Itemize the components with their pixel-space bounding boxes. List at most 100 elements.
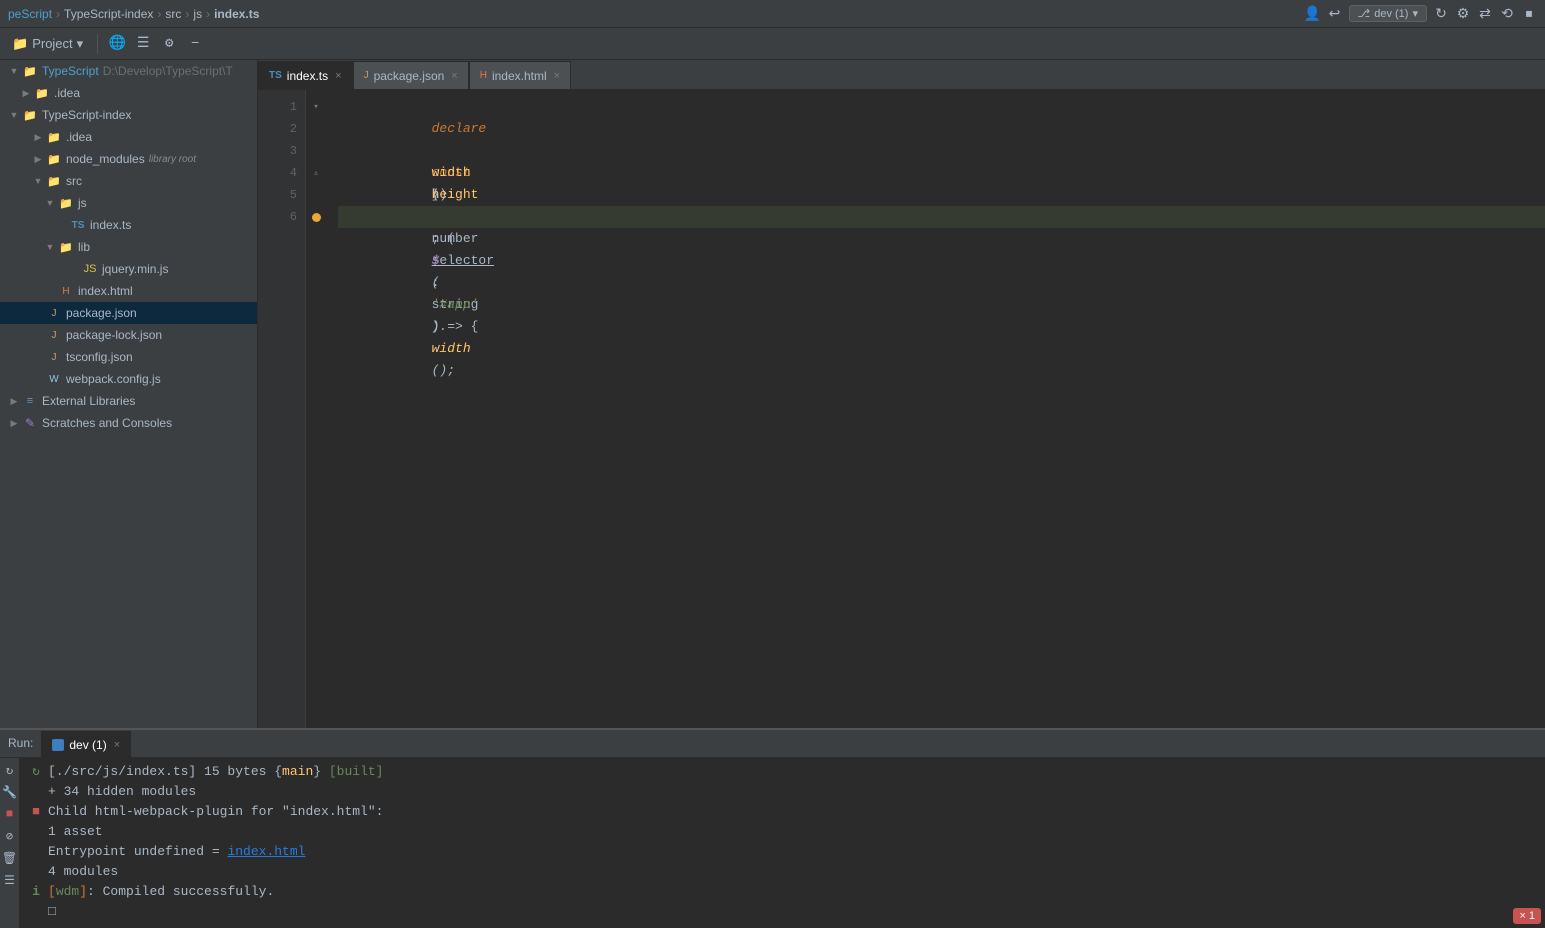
settings-icon[interactable]: ⚙ xyxy=(158,33,180,55)
output-line-2: + 34 hidden modules xyxy=(20,782,1545,802)
arrow-icon xyxy=(44,197,56,209)
chevron-down-icon: ▾ xyxy=(1412,7,1418,20)
sidebar-item-src[interactable]: 📁 src xyxy=(0,170,257,192)
sidebar-item-idea[interactable]: 📁 .idea xyxy=(0,82,257,104)
sidebar-item-index-ts[interactable]: TS index.ts xyxy=(0,214,257,236)
line-number-1: 1 xyxy=(258,96,305,118)
sidebar-item-node-modules[interactable]: 📁 node_modules library root xyxy=(0,148,257,170)
bookmark-icon-6[interactable] xyxy=(306,206,326,228)
tab-index-html-label: index.html xyxy=(492,69,547,83)
sidebar-item-jquery[interactable]: JS jquery.min.js xyxy=(0,258,257,280)
typescript-root-label: TypeScript xyxy=(42,64,99,78)
arrow-icon xyxy=(8,417,20,429)
earth-icon[interactable]: 🌐 xyxy=(106,33,128,55)
tsconfig-label: tsconfig.json xyxy=(66,350,133,364)
arrow-icon xyxy=(32,131,44,143)
tab-index-ts[interactable]: TS index.ts × xyxy=(258,61,353,89)
line-number-3: 3 xyxy=(258,140,305,162)
breadcrumb-typescript-index[interactable]: TypeScript-index xyxy=(64,7,153,21)
sidebar-item-webpack[interactable]: W webpack.config.js xyxy=(0,368,257,390)
tab-close-index-html[interactable]: × xyxy=(554,70,560,82)
sidebar: 📁 TypeScript D:\Develop\TypeScript\T 📁 .… xyxy=(0,60,258,728)
js-label: js xyxy=(78,196,87,210)
arrow-icon xyxy=(44,241,56,253)
bottom-tab-dev[interactable]: dev (1) × xyxy=(41,731,131,757)
sidebar-item-index-html[interactable]: H index.html xyxy=(0,280,257,302)
lib-label: lib xyxy=(78,240,90,254)
sidebar-item-scratches[interactable]: ✎ Scratches and Consoles xyxy=(0,412,257,434)
tab-index-html[interactable]: H index.html × xyxy=(469,61,571,89)
run-reload-icon[interactable]: ↻ xyxy=(2,762,18,778)
back-icon[interactable]: ↩ xyxy=(1327,6,1343,22)
breadcrumb-index-ts[interactable]: index.ts xyxy=(214,7,259,21)
output-line-8: □ xyxy=(20,902,1545,922)
line-number-2: 2 xyxy=(258,118,305,140)
run-sidebar: ↻ 🔧 ■ ⊘ 🗑 ☰ xyxy=(0,758,20,928)
dev-tab-close[interactable]: × xyxy=(114,739,120,751)
sidebar-item-package-lock[interactable]: J package-lock.json xyxy=(0,324,257,346)
run-trash-icon[interactable]: 🗑 xyxy=(2,850,18,866)
output-line-3: ■ Child html-webpack-plugin for "index.h… xyxy=(20,802,1545,822)
sidebar-item-typescript-index[interactable]: 📁 TypeScript-index xyxy=(0,104,257,126)
folder-icon: 📁 xyxy=(46,152,62,166)
tab-close-package-json[interactable]: × xyxy=(451,70,457,82)
arrow-icon xyxy=(32,153,44,165)
arrow-icon xyxy=(32,175,44,187)
scratches-label: Scratches and Consoles xyxy=(42,416,172,430)
tab-package-json[interactable]: J package.json × xyxy=(353,61,469,89)
bottom-run-container: ↻ 🔧 ■ ⊘ 🗑 ☰ ↻ [./src/js/index.ts] 15 byt… xyxy=(0,758,1545,928)
branch-button[interactable]: ⎇ dev (1) ▾ xyxy=(1349,5,1427,22)
fold-icon-4[interactable]: ▵ xyxy=(306,162,326,184)
branch-icon: ⎇ xyxy=(1358,7,1371,20)
reload-icon: ↻ xyxy=(24,762,48,782)
profile-icon[interactable]: 👤 xyxy=(1305,6,1321,22)
run-text: Run: xyxy=(8,736,33,750)
title-bar: peScript › TypeScript-index › src › js ›… xyxy=(0,0,1545,28)
idea-nested-label: .idea xyxy=(66,130,92,144)
sidebar-item-js[interactable]: 📁 js xyxy=(0,192,257,214)
error-badge[interactable]: × 1 xyxy=(1513,908,1541,924)
tab-close-index-ts[interactable]: × xyxy=(335,70,341,82)
json-lock-icon: J xyxy=(46,328,62,342)
fold-icon-1[interactable]: ▾ xyxy=(306,96,326,118)
align-icon[interactable]: ☰ xyxy=(132,33,154,55)
sidebar-item-package-json[interactable]: J package.json xyxy=(0,302,257,324)
sidebar-item-idea-nested[interactable]: 📁 .idea xyxy=(0,126,257,148)
sync-icon[interactable]: ⇄ xyxy=(1477,6,1493,22)
ts-file-icon: TS xyxy=(70,218,86,232)
project-menu[interactable]: 📁 Project ▾ xyxy=(6,34,89,54)
stop-icon[interactable]: ⏹ xyxy=(1521,6,1537,22)
code-content[interactable]: declare const $ : ( selector : string ) … xyxy=(326,90,1545,728)
output-text-5: Entrypoint undefined = index.html xyxy=(48,842,1541,862)
ts-tab-icon: TS xyxy=(269,70,282,81)
output-text-4: 1 asset xyxy=(48,822,1541,842)
line-numbers: 1 2 3 4 5 6 xyxy=(258,90,306,728)
sidebar-item-typescript-root[interactable]: 📁 TypeScript D:\Develop\TypeScript\T xyxy=(0,60,257,82)
sidebar-item-tsconfig[interactable]: J tsconfig.json xyxy=(0,346,257,368)
line-number-5: 5 xyxy=(258,184,305,206)
run-wrench-icon[interactable]: 🔧 xyxy=(2,784,18,800)
index-html-link[interactable]: index.html xyxy=(227,844,305,859)
code-editor[interactable]: 1 2 3 4 5 6 ▾ ▵ xyxy=(258,90,1545,728)
sidebar-item-external-libs[interactable]: ≡ External Libraries xyxy=(0,390,257,412)
folder-icon: 📁 xyxy=(12,36,28,52)
refresh-icon[interactable]: ↻ xyxy=(1433,6,1449,22)
code-line-5 xyxy=(338,184,1545,206)
breadcrumb-pescript[interactable]: peScript xyxy=(8,7,52,21)
settings-icon[interactable]: ⚙ xyxy=(1455,6,1471,22)
revert-icon[interactable]: ⟲ xyxy=(1499,6,1515,22)
output-line-5: Entrypoint undefined = index.html xyxy=(20,842,1545,862)
run-list-icon[interactable]: ☰ xyxy=(2,872,18,888)
folder-icon: 📁 xyxy=(34,86,50,100)
info-icon: i xyxy=(24,882,48,902)
output-text-7: [wdm]: Compiled successfully. xyxy=(48,882,1541,902)
run-filter-icon[interactable]: ⊘ xyxy=(2,828,18,844)
breadcrumb-js[interactable]: js xyxy=(193,7,202,21)
run-stop-icon[interactable]: ■ xyxy=(2,806,18,822)
minus-icon[interactable]: − xyxy=(184,33,206,55)
folder-icon: 📁 xyxy=(22,108,38,122)
sidebar-item-lib[interactable]: 📁 lib xyxy=(0,236,257,258)
folder-icon: 📁 xyxy=(58,240,74,254)
breadcrumb-src[interactable]: src xyxy=(165,7,181,21)
arrow-icon xyxy=(8,395,20,407)
